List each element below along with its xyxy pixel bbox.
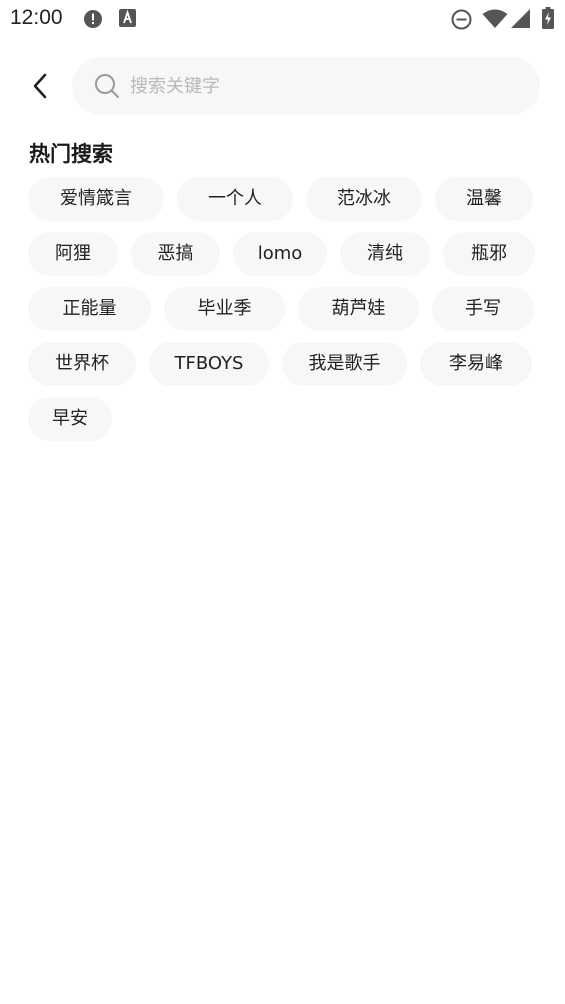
hot-search-tag[interactable]: 瓶邪 xyxy=(443,232,535,276)
tag-row: 正能量 毕业季 葫芦娃 手写 xyxy=(28,287,548,331)
hot-search-tag[interactable]: 爱情箴言 xyxy=(28,177,164,221)
status-time: 12:00 xyxy=(10,6,63,29)
do-not-disturb-icon xyxy=(451,9,472,30)
search-input[interactable] xyxy=(128,74,512,98)
status-bar: 12:00 xyxy=(0,0,565,38)
hot-search-tag[interactable]: 温馨 xyxy=(435,177,533,221)
tag-row: 早安 xyxy=(28,397,548,441)
alert-notification-icon xyxy=(84,10,102,28)
hot-search-tag[interactable]: 手写 xyxy=(432,287,534,331)
app-notification-icon xyxy=(119,9,136,27)
hot-search-tag[interactable]: TFBOYS xyxy=(149,342,269,386)
hot-search-tag[interactable]: 早安 xyxy=(28,397,112,441)
battery-charging-icon xyxy=(542,7,554,29)
hot-search-tag[interactable]: 清纯 xyxy=(340,232,430,276)
wifi-icon xyxy=(482,9,508,28)
search-box[interactable] xyxy=(72,57,540,115)
hot-search-tag[interactable]: 世界杯 xyxy=(28,342,136,386)
hot-search-title: 热门搜索 xyxy=(29,142,113,166)
tag-row: 阿狸 恶搞 lomo 清纯 瓶邪 xyxy=(28,232,548,276)
hot-search-tag[interactable]: 一个人 xyxy=(177,177,293,221)
hot-search-tags: 爱情箴言 一个人 范冰冰 温馨 阿狸 恶搞 lomo 清纯 瓶邪 正能量 毕业季… xyxy=(28,177,548,452)
hot-search-tag[interactable]: 葫芦娃 xyxy=(298,287,419,331)
search-icon xyxy=(95,74,119,98)
hot-search-tag[interactable]: 李易峰 xyxy=(420,342,532,386)
hot-search-tag[interactable]: lomo xyxy=(233,232,327,276)
tag-row: 世界杯 TFBOYS 我是歌手 李易峰 xyxy=(28,342,548,386)
tag-row: 爱情箴言 一个人 范冰冰 温馨 xyxy=(28,177,548,221)
hot-search-tag[interactable]: 正能量 xyxy=(28,287,151,331)
hot-search-tag[interactable]: 毕业季 xyxy=(164,287,285,331)
hot-search-tag[interactable]: 恶搞 xyxy=(131,232,220,276)
cellular-signal-icon xyxy=(511,9,530,28)
hot-search-tag[interactable]: 我是歌手 xyxy=(282,342,407,386)
back-button[interactable] xyxy=(22,68,58,104)
hot-search-tag[interactable]: 范冰冰 xyxy=(306,177,422,221)
chevron-left-icon xyxy=(33,73,47,99)
hot-search-tag[interactable]: 阿狸 xyxy=(28,232,118,276)
